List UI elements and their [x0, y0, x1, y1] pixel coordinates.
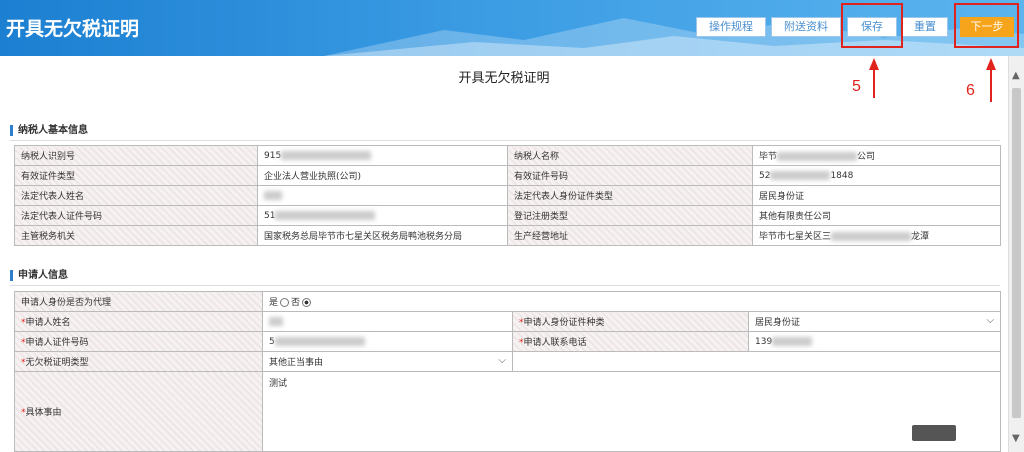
table-row: 主管税务机关 国家税务总局毕节市七星关区税务局鸭池税务分局 生产经营地址 毕节市… [14, 225, 1001, 246]
applicant-id-type-select[interactable]: 居民身份证 ⌵ [747, 311, 1002, 332]
applicant-id-no-label: 申请人证件号码 [25, 338, 89, 348]
cert-type-select[interactable]: 其他正当事由 ⌵ [262, 351, 513, 372]
legal-rep-id-no-label: 法定代表人证件号码 [14, 205, 258, 226]
taxpayer-name-value: 毕节 公司 [752, 145, 1001, 166]
applicant-phone-label: 申请人联系电话 [523, 338, 587, 348]
table-row: 纳税人识别号 915 纳税人名称 毕节 公司 [14, 145, 1001, 166]
chevron-down-icon: ⌵ [498, 355, 506, 366]
save-highlight-box [841, 3, 903, 48]
radio-yes-label: 是 [269, 298, 279, 308]
cert-no-value: 52 1848 [752, 165, 1001, 186]
table-row: *申请人证件号码 5 *申请人联系电话 139 [14, 331, 1002, 352]
attachments-button[interactable]: 附送资料 [771, 17, 841, 37]
radio-no[interactable] [302, 298, 312, 307]
cert-type-label: 有效证件类型 [14, 165, 258, 186]
business-address-label: 生产经营地址 [507, 225, 753, 246]
scroll-up-icon[interactable]: ▲ [1012, 70, 1020, 81]
tax-authority-label: 主管税务机关 [14, 225, 258, 246]
taxpayer-id-label: 纳税人识别号 [14, 145, 258, 166]
reason-label: 具体事由 [25, 408, 62, 418]
applicant-section-title: 申请人信息 [10, 270, 68, 281]
legal-rep-name-value [257, 185, 508, 206]
table-row: *具体事由 测试 [14, 371, 1002, 452]
table-row: *申请人姓名 *申请人身份证件种类 居民身份证 ⌵ [14, 311, 1002, 332]
business-address-value: 毕节市七星关区三 龙潭 [752, 225, 1001, 246]
table-row: 申请人身份是否为代理 是否 [14, 291, 1002, 312]
legal-rep-id-type-label: 法定代表人身份证件类型 [507, 185, 753, 206]
table-row: 法定代表人证件号码 51 登记注册类型 其他有限责任公司 [14, 205, 1001, 226]
reason-textarea[interactable]: 测试 [261, 371, 1002, 452]
reset-button[interactable]: 重置 [902, 17, 948, 37]
section-divider [10, 285, 1000, 286]
table-row: 法定代表人姓名 法定代表人身份证件类型 居民身份证 [14, 185, 1001, 206]
registration-type-value: 其他有限责任公司 [752, 205, 1001, 226]
cert-no-label: 有效证件号码 [507, 165, 753, 186]
table-row: *无欠税证明类型 其他正当事由 ⌵ [14, 351, 1002, 372]
section-divider [10, 140, 1000, 141]
legal-rep-id-no-value: 51 [257, 205, 508, 226]
legal-rep-name-label: 法定代表人姓名 [14, 185, 258, 206]
tax-authority-value: 国家税务总局毕节市七星关区税务局鸭池税务分局 [257, 225, 508, 246]
taxpayer-section-title: 纳税人基本信息 [10, 125, 88, 136]
cert-type-label: 无欠税证明类型 [25, 358, 89, 368]
next-highlight-box [954, 3, 1019, 48]
applicant-info-table: 申请人身份是否为代理 是否 *申请人姓名 *申请人身份证件种类 居民身份证 ⌵ *… [14, 291, 1002, 452]
applicant-name-input[interactable] [262, 311, 513, 332]
taxpayer-info-table: 纳税人识别号 915 纳税人名称 毕节 公司 有效证件类型 企业法人营业执照(公司… [14, 145, 1001, 246]
legal-rep-id-type-value: 居民身份证 [752, 185, 1001, 206]
app-title: 开具无欠税证明 [6, 18, 140, 40]
taxpayer-name-label: 纳税人名称 [507, 145, 753, 166]
scroll-down-icon[interactable]: ▼ [1012, 433, 1020, 444]
registration-type-label: 登记注册类型 [507, 205, 753, 226]
radio-no-label: 否 [291, 298, 301, 308]
is-agent-radio-group: 是否 [261, 291, 1002, 312]
applicant-id-no-input[interactable]: 5 [262, 331, 513, 352]
chevron-down-icon: ⌵ [986, 315, 995, 326]
page-heading: 开具无欠税证明 [458, 71, 550, 86]
procedure-button[interactable]: 操作规程 [696, 17, 766, 37]
table-row: 有效证件类型 企业法人营业执照(公司) 有效证件号码 52 1848 [14, 165, 1001, 186]
ime-toolbar[interactable] [912, 425, 956, 441]
taxpayer-id-value: 915 [257, 145, 508, 166]
is-agent-label: 申请人身份是否为代理 [14, 291, 263, 312]
radio-yes[interactable] [280, 298, 290, 307]
page-scrollbar[interactable]: ▲ ▼ [1008, 56, 1024, 452]
applicant-name-label: 申请人姓名 [25, 318, 71, 328]
cert-type-value: 企业法人营业执照(公司) [257, 165, 508, 186]
applicant-id-type-label: 申请人身份证件种类 [523, 318, 605, 328]
applicant-phone-input[interactable]: 139 [747, 331, 1002, 352]
scroll-thumb[interactable] [1012, 88, 1021, 418]
